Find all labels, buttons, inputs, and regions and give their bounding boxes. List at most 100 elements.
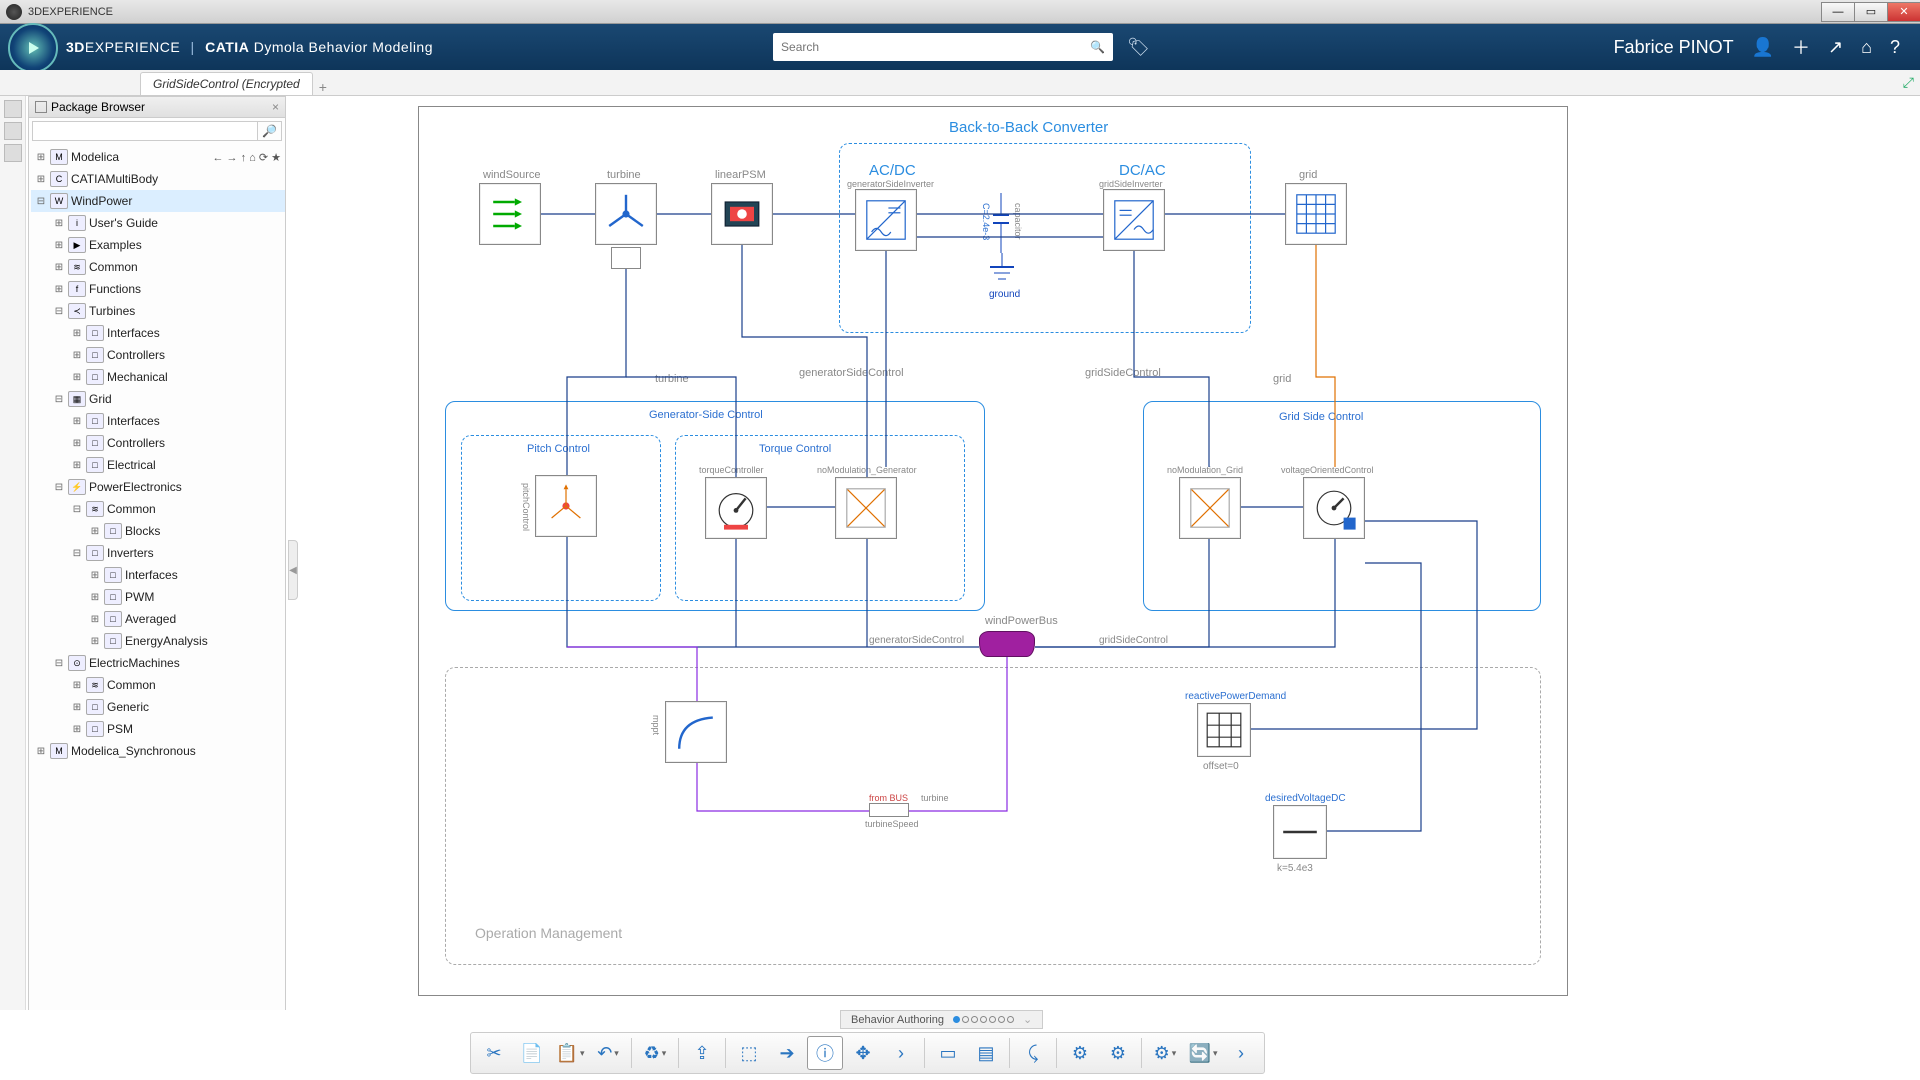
tree-node-powerelectronics[interactable]: ⊟⚡PowerElectronics [31, 476, 285, 498]
tool-config2-button[interactable]: ⚙ [1100, 1036, 1136, 1070]
tree-node-mechanical[interactable]: ⊞□Mechanical [31, 366, 285, 388]
share-icon[interactable]: ↗ [1828, 37, 1843, 58]
strip-icon-1[interactable] [4, 100, 22, 118]
tree-toggle-icon[interactable]: ⊞ [71, 724, 83, 735]
tab-gridsidecontrol[interactable]: GridSideControl (Encrypted [140, 72, 313, 95]
help-icon[interactable]: ? [1890, 37, 1900, 58]
tree-node-interfaces[interactable]: ⊞□Interfaces [31, 564, 285, 586]
tree-toggle-icon[interactable]: ⊞ [53, 284, 65, 295]
tree-node-turbines[interactable]: ⊟≺Turbines [31, 300, 285, 322]
close-button[interactable]: ✕ [1887, 2, 1920, 22]
search-icon[interactable]: 🔍 [1090, 40, 1105, 54]
minimize-button[interactable]: — [1821, 2, 1855, 22]
tree-node-user-s-guide[interactable]: ⊞iUser's Guide [31, 212, 285, 234]
maximize-button[interactable]: ▭ [1854, 2, 1888, 22]
tree-toggle-icon[interactable]: ⊞ [53, 262, 65, 273]
tree-node-energyanalysis[interactable]: ⊞□EnergyAnalysis [31, 630, 285, 652]
tree-node-generic[interactable]: ⊞□Generic [31, 696, 285, 718]
tree-toggle-icon[interactable]: ⊞ [71, 438, 83, 449]
tree-node-interfaces[interactable]: ⊞□Interfaces [31, 322, 285, 344]
behavior-tab[interactable]: Behavior Authoring ⌄ [840, 1010, 1043, 1029]
user-icon[interactable]: 👤 [1752, 37, 1774, 58]
block-geninverter[interactable] [855, 189, 917, 251]
search-box[interactable]: 🔍 [773, 33, 1113, 61]
tree-node-modelica[interactable]: ⊞MModelica← → ↑ ⌂ ⟳ ★ [31, 146, 285, 168]
tree-toggle-icon[interactable]: ⊞ [89, 570, 101, 581]
block-nomodgrid[interactable] [1179, 477, 1241, 539]
tree-node-pwm[interactable]: ⊞□PWM [31, 586, 285, 608]
block-nomodgen[interactable] [835, 477, 897, 539]
tool-config-button[interactable]: ⚙ [1062, 1036, 1098, 1070]
tree-node-functions[interactable]: ⊞fFunctions [31, 278, 285, 300]
block-turbine[interactable] [595, 183, 657, 245]
tree-nav-arrows[interactable]: ← → ↑ ⌂ ⟳ ★ [212, 151, 285, 164]
tool-move-button[interactable]: ✥ [845, 1036, 881, 1070]
tree-toggle-icon[interactable]: ⊟ [35, 196, 47, 207]
tree-toggle-icon[interactable]: ⊞ [71, 372, 83, 383]
tree-toggle-icon[interactable]: ⊞ [89, 526, 101, 537]
tree-toggle-icon[interactable]: ⊞ [53, 240, 65, 251]
tab-add-button[interactable]: + [319, 79, 327, 95]
tree-node-catiamultibody[interactable]: ⊞CCATIAMultiBody [31, 168, 285, 190]
tree-node-averaged[interactable]: ⊞□Averaged [31, 608, 285, 630]
canvas[interactable]: Back-to-Back Converter AC/DC DC/AC windS… [288, 98, 1910, 1010]
copy-button[interactable]: 📄 [514, 1036, 550, 1070]
block-frombus[interactable] [869, 803, 909, 817]
expand-icon[interactable]: ⤢ [1903, 74, 1914, 91]
block-pitchcontrol[interactable] [535, 475, 597, 537]
paste-button[interactable]: 📋▾ [552, 1036, 588, 1070]
tree-toggle-icon[interactable]: ⊞ [35, 174, 47, 185]
block-gridinverter[interactable] [1103, 189, 1165, 251]
tree-node-interfaces[interactable]: ⊞□Interfaces [31, 410, 285, 432]
tree-toggle-icon[interactable]: ⊞ [71, 328, 83, 339]
block-ground[interactable] [987, 253, 1017, 287]
block-linearpsm[interactable] [711, 183, 773, 245]
block-torquecontroller[interactable] [705, 477, 767, 539]
tag-icon[interactable]: 🏷 [1127, 37, 1150, 58]
undo-button[interactable]: ↶▾ [590, 1036, 626, 1070]
home-icon[interactable]: ⌂ [1861, 37, 1872, 58]
tree-node-examples[interactable]: ⊞▶Examples [31, 234, 285, 256]
block-voc[interactable] [1303, 477, 1365, 539]
tree-toggle-icon[interactable]: ⊟ [71, 548, 83, 559]
tree-node-blocks[interactable]: ⊞□Blocks [31, 520, 285, 542]
page-dots[interactable] [952, 1014, 1015, 1026]
tool-block-button[interactable]: ⬚ [731, 1036, 767, 1070]
tree-node-psm[interactable]: ⊞□PSM [31, 718, 285, 740]
tree-toggle-icon[interactable]: ⊞ [71, 702, 83, 713]
tool-group-button[interactable]: ▤ [968, 1036, 1004, 1070]
tool-curve-button[interactable]: ⤹ [1015, 1036, 1051, 1070]
tree-toggle-icon[interactable]: ⊞ [89, 592, 101, 603]
tree-toggle-icon[interactable]: ⊞ [35, 746, 47, 757]
tree-toggle-icon[interactable]: ⊟ [53, 482, 65, 493]
tree-node-common[interactable]: ⊞≋Common [31, 256, 285, 278]
tree-node-windpower[interactable]: ⊟WWindPower [31, 190, 285, 212]
block-capacitor[interactable] [991, 193, 1011, 253]
tool-rect-button[interactable]: ▭ [930, 1036, 966, 1070]
tree-toggle-icon[interactable]: ⊞ [35, 152, 47, 163]
tree-toggle-icon[interactable]: ⊞ [89, 614, 101, 625]
cut-button[interactable]: ✂ [476, 1036, 512, 1070]
tree-node-common[interactable]: ⊟≋Common [31, 498, 285, 520]
strip-icon-2[interactable] [4, 122, 22, 140]
tree-node-inverters[interactable]: ⊟□Inverters [31, 542, 285, 564]
tree-node-controllers[interactable]: ⊞□Controllers [31, 432, 285, 454]
tool-next-button[interactable]: › [883, 1036, 919, 1070]
export-button[interactable]: ⇪ [684, 1036, 720, 1070]
tree-toggle-icon[interactable]: ⊞ [53, 218, 65, 229]
search-input[interactable] [781, 40, 1090, 54]
tree-toggle-icon[interactable]: ⊞ [71, 416, 83, 427]
browser-search-input[interactable] [32, 121, 258, 141]
tree-node-electricmachines[interactable]: ⊟⊙ElectricMachines [31, 652, 285, 674]
tree-toggle-icon[interactable]: ⊞ [71, 460, 83, 471]
add-icon[interactable]: ＋ [1792, 34, 1810, 60]
tree-toggle-icon[interactable]: ⊟ [53, 394, 65, 405]
block-reactivepower[interactable] [1197, 703, 1251, 757]
refresh-button[interactable]: ♻▾ [637, 1036, 673, 1070]
browser-search-icon[interactable]: 🔎 [258, 121, 282, 141]
tool-sync-button[interactable]: 🔄▾ [1185, 1036, 1221, 1070]
tool-info-button[interactable]: ⓘ [807, 1036, 843, 1070]
tree-toggle-icon[interactable]: ⊟ [53, 306, 65, 317]
panel-close-icon[interactable]: × [272, 100, 279, 114]
package-tree[interactable]: ⊞MModelica← → ↑ ⌂ ⟳ ★⊞CCATIAMultiBody⊟WW… [29, 144, 285, 1076]
